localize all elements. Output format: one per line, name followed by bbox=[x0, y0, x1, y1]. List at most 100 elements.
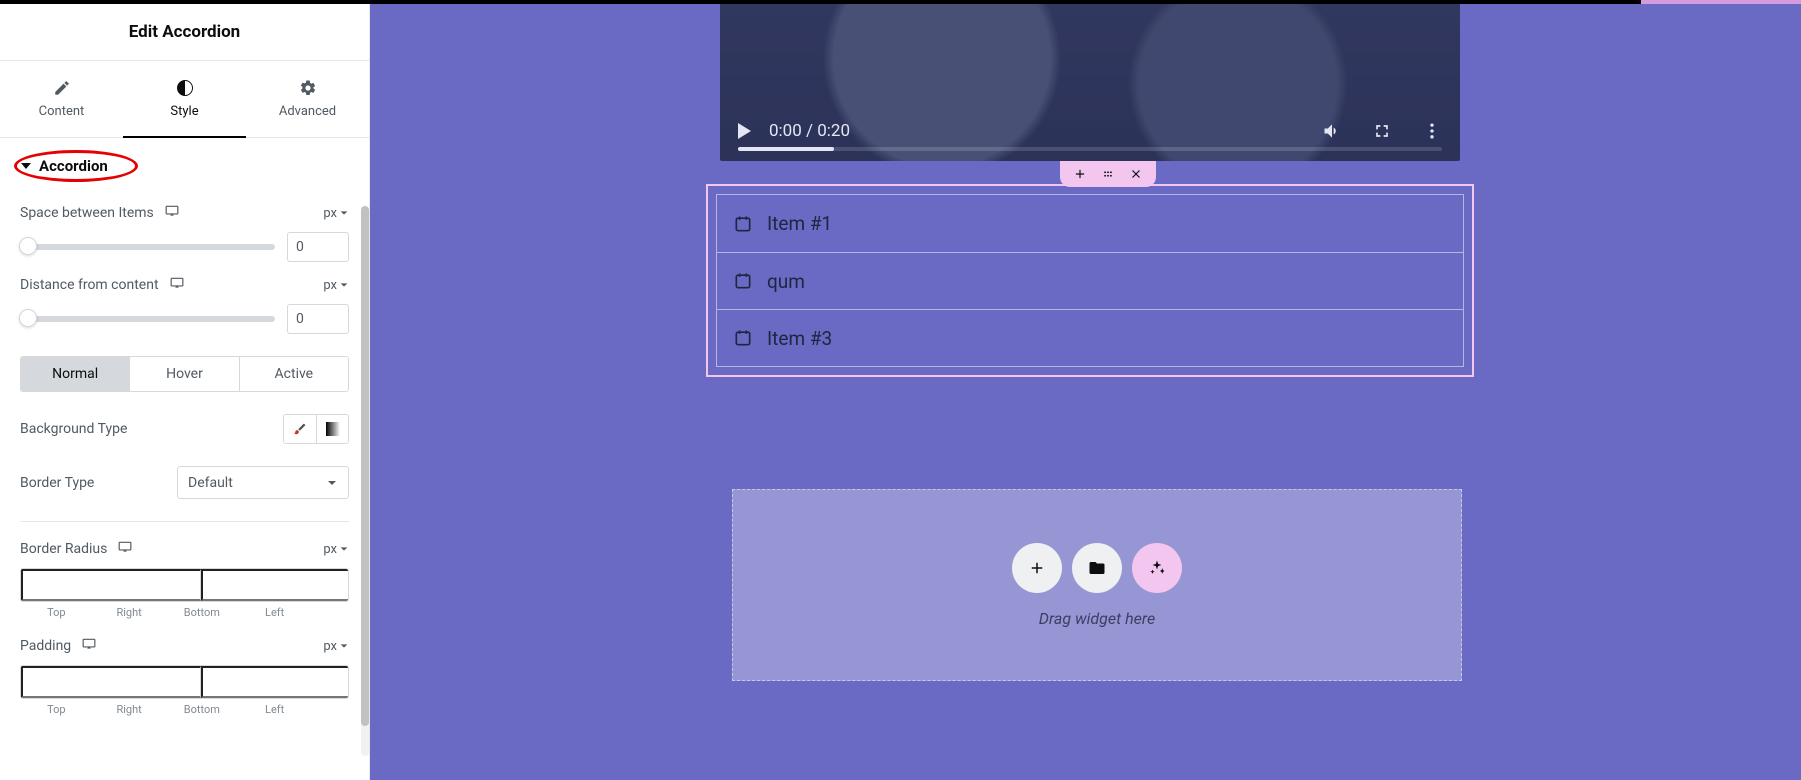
control-border-radius: Border Radius px Top Right Bottom Lef bbox=[20, 540, 349, 619]
control-bg-type: Background Type bbox=[20, 414, 349, 444]
drag-handle[interactable] bbox=[1101, 167, 1115, 181]
control-border-type: Border Type Default bbox=[20, 466, 349, 499]
scrollbar[interactable] bbox=[361, 206, 369, 756]
tab-label: Advanced bbox=[279, 104, 336, 119]
input-radius-right[interactable] bbox=[201, 569, 349, 601]
plus-icon bbox=[1028, 559, 1046, 577]
desktop-icon[interactable] bbox=[117, 540, 133, 558]
input-padding-top[interactable] bbox=[21, 666, 201, 698]
dim-label-top: Top bbox=[20, 606, 93, 619]
more-vertical-icon bbox=[1422, 121, 1442, 141]
folder-button[interactable] bbox=[1072, 543, 1122, 593]
dim-label-bottom: Bottom bbox=[166, 606, 239, 619]
fullscreen-button[interactable] bbox=[1372, 121, 1392, 141]
slider-handle[interactable] bbox=[19, 309, 37, 327]
brush-icon bbox=[293, 422, 307, 436]
sparkle-icon bbox=[1148, 559, 1166, 577]
plus-icon bbox=[1073, 167, 1087, 181]
slider-handle[interactable] bbox=[19, 237, 37, 255]
select-value: Default bbox=[188, 475, 233, 491]
accordion-item-title: Item #3 bbox=[767, 327, 832, 350]
accordion-item-title: Item #1 bbox=[767, 212, 832, 235]
control-label: Padding bbox=[20, 638, 71, 654]
desktop-icon[interactable] bbox=[169, 276, 185, 294]
divider bbox=[20, 521, 349, 522]
tab-label: Style bbox=[170, 104, 198, 119]
video-widget[interactable]: 0:00 / 0:20 bbox=[720, 4, 1460, 161]
accordion-widget[interactable]: Item #1 qum Item #3 bbox=[706, 184, 1474, 377]
accordion-item-title: qum bbox=[767, 270, 805, 293]
delete-element-button[interactable] bbox=[1129, 167, 1143, 181]
unit-selector[interactable]: px bbox=[323, 542, 349, 557]
canvas: 0:00 / 0:20 Item #1 qum Item bbox=[370, 4, 1801, 780]
gradient-icon bbox=[326, 422, 340, 436]
accordion-item[interactable]: Item #3 bbox=[717, 309, 1463, 366]
tab-style[interactable]: Style bbox=[123, 61, 246, 137]
state-tab-normal[interactable]: Normal bbox=[21, 357, 129, 391]
scrollbar-thumb[interactable] bbox=[361, 206, 369, 726]
more-button[interactable] bbox=[1422, 121, 1442, 141]
video-progress[interactable] bbox=[738, 147, 1442, 151]
control-padding: Padding px Top Right Bottom Left bbox=[20, 637, 349, 716]
bg-gradient-button[interactable] bbox=[316, 415, 348, 443]
calendar-icon bbox=[733, 328, 753, 348]
bg-classic-button[interactable] bbox=[284, 415, 316, 443]
video-controls: 0:00 / 0:20 bbox=[720, 101, 1460, 161]
tab-label: Content bbox=[39, 104, 85, 119]
desktop-icon[interactable] bbox=[164, 204, 180, 222]
add-element-button[interactable] bbox=[1073, 167, 1087, 181]
add-widget-button[interactable] bbox=[1012, 543, 1062, 593]
select-border-type[interactable]: Default bbox=[177, 466, 349, 499]
slider-space-between[interactable] bbox=[20, 244, 275, 250]
gear-icon bbox=[299, 79, 317, 97]
section-body: Space between Items px Distance from con… bbox=[0, 190, 369, 716]
unit-selector[interactable]: px bbox=[323, 278, 349, 293]
accordion-item[interactable]: qum bbox=[717, 252, 1463, 309]
grip-icon bbox=[1101, 167, 1115, 181]
fullscreen-icon bbox=[1372, 121, 1392, 141]
panel-tabs: Content Style Advanced bbox=[0, 61, 369, 138]
section-header-accordion[interactable]: Accordion bbox=[0, 142, 369, 190]
caret-down-icon bbox=[20, 160, 32, 172]
state-tab-active[interactable]: Active bbox=[239, 357, 348, 391]
chevron-down-icon bbox=[339, 544, 349, 554]
chevron-down-icon bbox=[339, 208, 349, 218]
control-label: Distance from content bbox=[20, 277, 159, 293]
panel-title: Edit Accordion bbox=[0, 4, 369, 61]
accordion-item[interactable]: Item #1 bbox=[717, 195, 1463, 252]
tab-content[interactable]: Content bbox=[0, 61, 123, 137]
control-label: Background Type bbox=[20, 421, 283, 437]
slider-distance[interactable] bbox=[20, 316, 275, 322]
tab-advanced[interactable]: Advanced bbox=[246, 61, 369, 137]
input-distance[interactable] bbox=[287, 304, 349, 334]
panel-scroll-area: Accordion Space between Items px bbox=[0, 142, 369, 780]
calendar-icon bbox=[733, 271, 753, 291]
play-button[interactable] bbox=[738, 123, 751, 139]
state-tab-hover[interactable]: Hover bbox=[129, 357, 238, 391]
dim-label-left: Left bbox=[238, 703, 311, 716]
widget-dropzone[interactable]: Drag widget here bbox=[732, 489, 1462, 681]
volume-button[interactable] bbox=[1322, 121, 1342, 141]
caret-down-icon bbox=[326, 477, 338, 489]
desktop-icon[interactable] bbox=[81, 637, 97, 655]
unit-selector[interactable]: px bbox=[323, 639, 349, 654]
state-tabs: Normal Hover Active bbox=[20, 356, 349, 392]
video-progress-fill bbox=[738, 147, 834, 151]
calendar-icon bbox=[733, 214, 753, 234]
ai-button[interactable] bbox=[1132, 543, 1182, 593]
dim-label-right: Right bbox=[93, 703, 166, 716]
control-label: Space between Items bbox=[20, 205, 154, 221]
input-padding-right[interactable] bbox=[201, 666, 349, 698]
control-space-between: Space between Items px bbox=[20, 190, 349, 262]
control-label: Border Type bbox=[20, 475, 177, 491]
input-space-between[interactable] bbox=[287, 232, 349, 262]
folder-icon bbox=[1088, 559, 1106, 577]
dim-label-bottom: Bottom bbox=[166, 703, 239, 716]
half-circle-icon bbox=[176, 79, 194, 97]
chevron-down-icon bbox=[339, 641, 349, 651]
unit-selector[interactable]: px bbox=[323, 206, 349, 221]
dropzone-text: Drag widget here bbox=[1039, 609, 1155, 628]
video-time: 0:00 / 0:20 bbox=[769, 121, 850, 141]
input-radius-top[interactable] bbox=[21, 569, 201, 601]
pencil-icon bbox=[53, 79, 71, 97]
